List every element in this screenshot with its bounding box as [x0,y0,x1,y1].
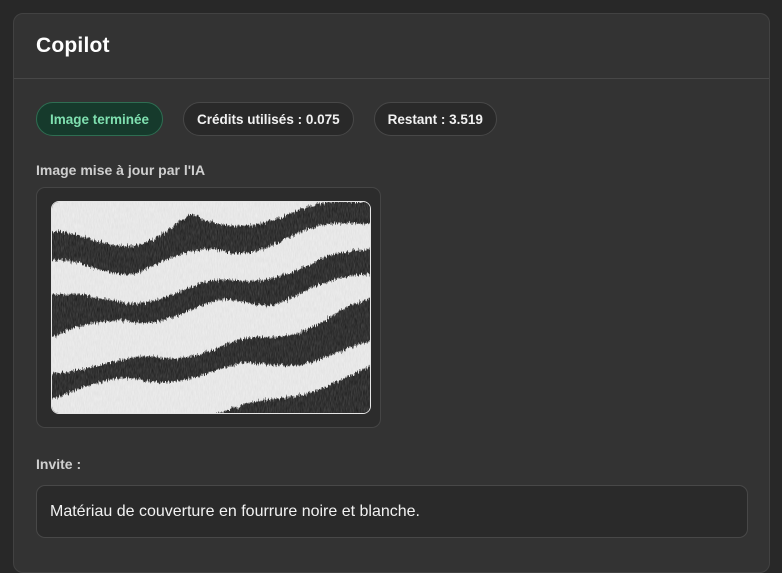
generated-image[interactable] [51,201,371,414]
image-card [36,187,381,428]
zebra-fur-image [52,202,370,413]
panel-title: Copilot [36,34,110,57]
panel-header: Copilot [14,14,769,79]
prompt-section-label: Invite : [36,456,82,472]
copilot-panel: Copilot Image terminée Crédits utilisés … [13,13,770,573]
remaining-credits-badge: Restant : 3.519 [373,102,497,136]
credits-used-badge: Crédits utilisés : 0.075 [183,102,354,136]
prompt-text-box: Matériau de couverture en fourrure noire… [36,485,748,538]
status-badge: Image terminée [36,102,164,136]
prompt-text: Matériau de couverture en fourrure noire… [50,502,420,520]
image-section-label: Image mise à jour par l'IA [36,162,206,178]
status-badges: Image terminée Crédits utilisés : 0.075 … [36,102,497,136]
